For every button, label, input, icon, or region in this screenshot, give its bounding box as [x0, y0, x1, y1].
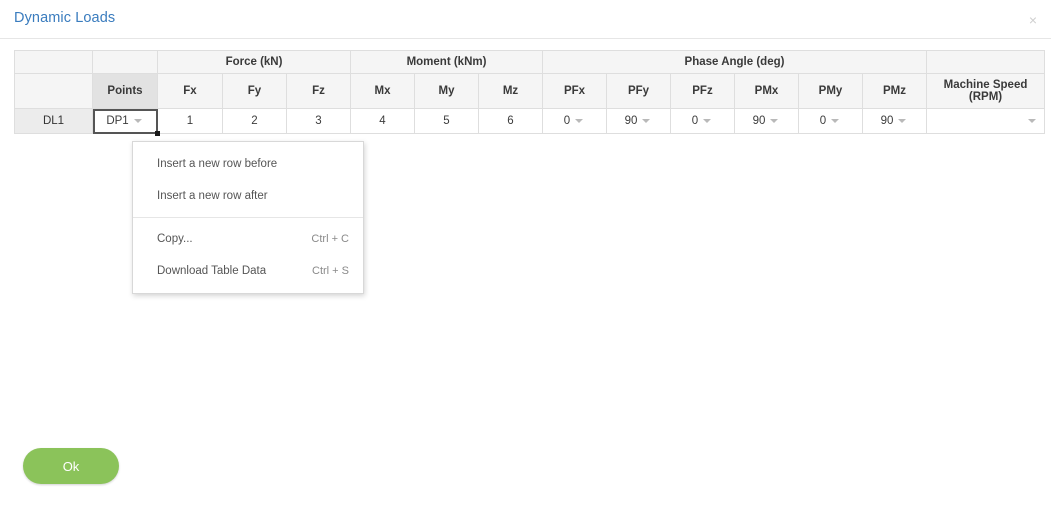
ok-button[interactable]: Ok — [23, 448, 119, 484]
cell-pmy[interactable]: 0 — [798, 108, 863, 134]
column-header-my[interactable]: My — [414, 73, 479, 109]
chevron-down-icon[interactable] — [1028, 119, 1036, 123]
column-header-rowhead — [14, 73, 93, 109]
column-header-pfy[interactable]: PFy — [606, 73, 671, 109]
pmx-dropdown[interactable]: 90 — [735, 109, 798, 133]
menu-divider — [133, 217, 363, 218]
menu-item-label: Insert a new row after — [157, 190, 268, 202]
pmx-value: 90 — [752, 115, 766, 127]
menu-item-download-table-data[interactable]: Download Table Data Ctrl + S — [133, 255, 363, 287]
menu-item-insert-row-before[interactable]: Insert a new row before — [133, 148, 363, 180]
cell-pmx[interactable]: 90 — [734, 108, 799, 134]
column-header-fy[interactable]: Fy — [222, 73, 287, 109]
cell-machine-speed[interactable] — [926, 108, 1045, 134]
column-header-fz[interactable]: Fz — [286, 73, 351, 109]
page-title: Dynamic Loads — [14, 10, 116, 26]
table-group-header-row: Force (kN) Moment (kNm) Phase Angle (deg… — [14, 50, 1045, 74]
chevron-down-icon[interactable] — [898, 119, 907, 123]
chevron-down-icon[interactable] — [133, 119, 142, 123]
dialog-title-bar: Dynamic Loads × — [0, 0, 1051, 39]
cell-fz[interactable]: 3 — [286, 108, 351, 134]
table-header: Force (kN) Moment (kNm) Phase Angle (deg… — [14, 50, 1045, 109]
pfy-dropdown[interactable]: 90 — [607, 109, 670, 133]
cell-pfz[interactable]: 0 — [670, 108, 735, 134]
fill-handle[interactable] — [155, 131, 160, 136]
chevron-down-icon[interactable] — [703, 119, 712, 123]
menu-item-label: Copy... — [157, 233, 193, 245]
column-header-pfz[interactable]: PFz — [670, 73, 735, 109]
menu-item-shortcut: Ctrl + C — [311, 233, 349, 245]
pmy-dropdown[interactable]: 0 — [799, 109, 862, 133]
pmy-value: 0 — [819, 115, 827, 127]
row-header-dl1[interactable]: DL1 — [14, 108, 93, 134]
pfx-dropdown[interactable]: 0 — [543, 109, 606, 133]
pmz-value: 90 — [880, 115, 894, 127]
group-header-phase-angle: Phase Angle (deg) — [542, 50, 927, 74]
cell-pfy[interactable]: 90 — [606, 108, 671, 134]
chevron-down-icon[interactable] — [770, 119, 779, 123]
cell-fy[interactable]: 2 — [222, 108, 287, 134]
cell-mx[interactable]: 4 — [350, 108, 415, 134]
cell-pfx[interactable]: 0 — [542, 108, 607, 134]
column-header-mx[interactable]: Mx — [350, 73, 415, 109]
group-header-moment: Moment (kNm) — [350, 50, 543, 74]
menu-item-label: Insert a new row before — [157, 158, 278, 170]
points-dropdown[interactable]: DP1 — [93, 109, 157, 133]
table-column-header-row: Points Fx Fy Fz Mx My Mz PFx PFy PFz PMx… — [14, 73, 1045, 109]
menu-item-shortcut: Ctrl + S — [312, 265, 349, 277]
column-header-points[interactable]: Points — [92, 73, 158, 109]
machine-speed-dropdown[interactable] — [927, 109, 1044, 133]
cell-fx[interactable]: 1 — [157, 108, 223, 134]
group-header-machine-speed-blank — [926, 50, 1045, 74]
chevron-down-icon[interactable] — [575, 119, 584, 123]
points-value: DP1 — [106, 115, 129, 127]
column-header-pmx[interactable]: PMx — [734, 73, 799, 109]
cell-points[interactable]: DP1 — [92, 108, 160, 136]
column-header-pmy[interactable]: PMy — [798, 73, 863, 109]
cell-mz[interactable]: 6 — [478, 108, 543, 134]
close-icon[interactable]: × — [1024, 11, 1042, 29]
menu-item-copy[interactable]: Copy... Ctrl + C — [133, 223, 363, 255]
pfz-dropdown[interactable]: 0 — [671, 109, 734, 133]
column-header-pmz[interactable]: PMz — [862, 73, 927, 109]
chevron-down-icon[interactable] — [831, 119, 840, 123]
column-header-pfx[interactable]: PFx — [542, 73, 607, 109]
column-header-fx[interactable]: Fx — [157, 73, 223, 109]
menu-item-label: Download Table Data — [157, 265, 267, 277]
column-header-machine-speed[interactable]: Machine Speed (RPM) — [926, 73, 1045, 109]
table-body: DL1 DP1 1 2 3 4 5 6 0 90 0 90 0 90 — [14, 108, 1045, 136]
group-header-force: Force (kN) — [157, 50, 351, 74]
menu-item-insert-row-after[interactable]: Insert a new row after — [133, 180, 363, 212]
pfx-value: 0 — [563, 115, 571, 127]
dynamic-loads-table: Force (kN) Moment (kNm) Phase Angle (deg… — [14, 50, 1045, 136]
chevron-down-icon[interactable] — [642, 119, 651, 123]
cell-my[interactable]: 5 — [414, 108, 479, 134]
cell-pmz[interactable]: 90 — [862, 108, 927, 134]
group-header-corner — [14, 50, 93, 74]
pmz-dropdown[interactable]: 90 — [863, 109, 926, 133]
group-header-points-blank — [92, 50, 158, 74]
pfy-value: 90 — [624, 115, 638, 127]
pfz-value: 0 — [691, 115, 699, 127]
column-header-mz[interactable]: Mz — [478, 73, 543, 109]
table-context-menu: Insert a new row before Insert a new row… — [132, 141, 364, 294]
table-row: DL1 DP1 1 2 3 4 5 6 0 90 0 90 0 90 — [14, 108, 1045, 136]
